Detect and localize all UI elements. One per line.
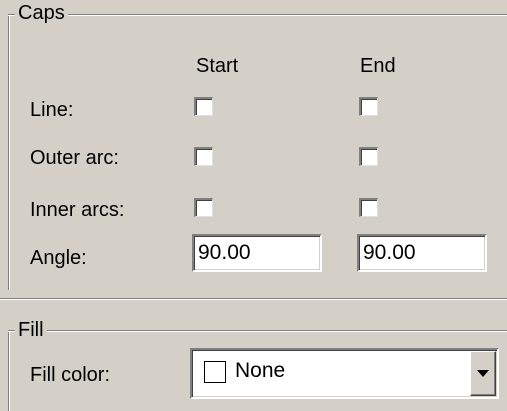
angle-label: Angle:: [30, 247, 87, 269]
fill-color-dropdown[interactable]: None: [190, 348, 499, 399]
column-header-end: End: [360, 55, 396, 77]
section-separator: [0, 298, 507, 300]
line-end-checkbox[interactable]: [359, 97, 378, 116]
fill-group-border-top: [8, 330, 507, 332]
column-header-start: Start: [196, 55, 239, 77]
line-start-checkbox[interactable]: [194, 97, 213, 116]
color-swatch: [204, 361, 226, 383]
line-label: Line:: [30, 99, 74, 121]
angle-start-input[interactable]: 90.00: [192, 234, 322, 272]
inner-arcs-start-checkbox[interactable]: [194, 198, 213, 217]
angle-end-input[interactable]: 90.00: [357, 234, 487, 272]
outer-arc-label: Outer arc:: [30, 147, 119, 169]
inner-arcs-end-checkbox[interactable]: [359, 198, 378, 217]
inner-arcs-label: Inner arcs:: [30, 199, 125, 221]
caps-group-border-left: [8, 14, 10, 290]
dropdown-button[interactable]: [470, 351, 496, 396]
fill-color-value: None: [235, 359, 286, 382]
chevron-down-icon: [477, 370, 489, 377]
caps-group-border-top: [8, 14, 507, 16]
outer-arc-start-checkbox[interactable]: [194, 147, 213, 166]
fill-group-title: Fill: [15, 319, 47, 341]
caps-group-title: Caps: [15, 2, 68, 24]
outer-arc-end-checkbox[interactable]: [359, 147, 378, 166]
fill-group-border-left: [8, 330, 10, 411]
fill-color-label: Fill color:: [30, 364, 111, 386]
